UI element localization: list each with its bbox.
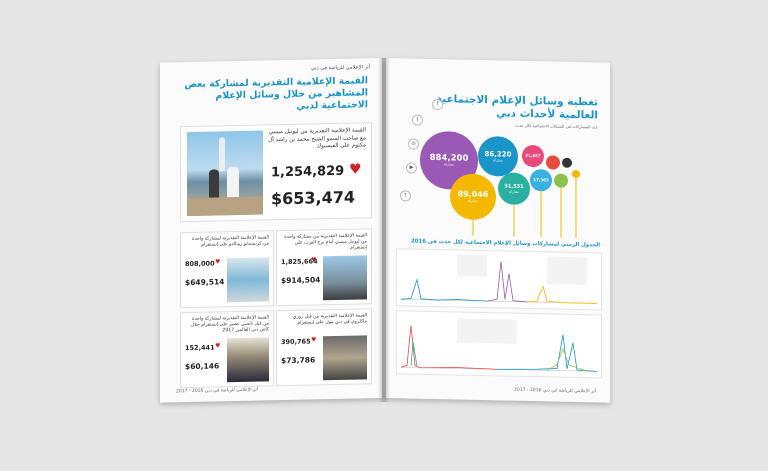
right-page-footer: أثر الإعلامي للرياضة في دبي 2016 - 2017 <box>513 387 596 395</box>
main-celebrity-card: القيمة الإعلامية التقديرية من ليونيل ميس… <box>180 122 372 223</box>
card-2-photo <box>227 257 269 303</box>
heart-icon: ♥ <box>215 258 221 266</box>
card-3-photo <box>323 335 367 381</box>
celebrity-card-2: القيمة الإعلامية التقديرية لمشاركة واحدة… <box>180 230 274 309</box>
card-3-likes: 390,765 <box>281 337 311 347</box>
heart-icon: ♥ <box>215 342 221 350</box>
celebrity-card-4: القيمة الإعلامية التقديرية لمشاركة واحدة… <box>180 310 274 389</box>
main-card-label: القيمة الإعلامية التقديرية من ليونيل ميس… <box>268 127 366 150</box>
timeline-chart-2-plot <box>400 318 598 372</box>
main-card-value: $653,474 <box>271 187 356 209</box>
card-2-value: $649,514 <box>185 277 225 288</box>
card-3-label: القيمة الإعلامية التقديرية من قبل روري م… <box>292 313 367 326</box>
card-1-value: $914,504 <box>281 275 321 286</box>
burj-al-arab-shape <box>219 137 225 172</box>
celebrity-card-1: القيمة الإعلامية التقديرية من مشاركة واح… <box>276 228 372 307</box>
magazine-spread: أثر الإعلامي للرياضة في دبي القيمة الإعل… <box>160 58 610 406</box>
card-2-likes: 808,000 <box>185 259 215 269</box>
messi-photo <box>187 130 263 217</box>
heart-icon: ♥ <box>311 336 317 344</box>
timeline-chart-2 <box>396 310 602 379</box>
bubble-connectors <box>472 177 577 238</box>
main-card-likes: 1,254,829 <box>271 163 345 181</box>
timeline-chart-1 <box>396 248 602 311</box>
card-4-photo <box>227 337 269 383</box>
card-1-likes: 1,825,664 <box>281 257 318 267</box>
card-4-value: $60,146 <box>185 361 220 372</box>
heart-icon: ♥ <box>349 161 362 178</box>
right-page: تغطية وسائل الإعلام الاجتماعية العالمية … <box>386 58 610 403</box>
left-page: أثر الإعلامي للرياضة في دبي القيمة الإعل… <box>160 58 382 403</box>
left-page-footer: أثر الإعلامي للرياضة في دبي 2016 - 2017 <box>176 387 259 395</box>
celebrity-card-3: القيمة الإعلامية التقديرية من قبل روري م… <box>276 308 372 387</box>
card-3-value: $73,786 <box>281 355 316 366</box>
card-1-photo <box>323 255 367 301</box>
card-1-label: القيمة الإعلامية التقديرية من مشاركة واح… <box>284 233 367 251</box>
card-4-label: القيمة الإعلامية التقديرية لمشاركة واحدة… <box>190 315 269 334</box>
left-page-header: أثر الإعلامي للرياضة في دبي <box>310 64 370 72</box>
timeline-chart-1-plot <box>400 254 597 304</box>
card-2-label: القيمة الإعلامية التقديرية لمشاركة واحدة… <box>192 235 269 248</box>
card-4-likes: 152,441 <box>185 343 215 353</box>
spine-shadow <box>378 58 390 402</box>
left-page-title: القيمة الإعلامية التقديرية لمشاركة بعض ا… <box>184 75 368 112</box>
